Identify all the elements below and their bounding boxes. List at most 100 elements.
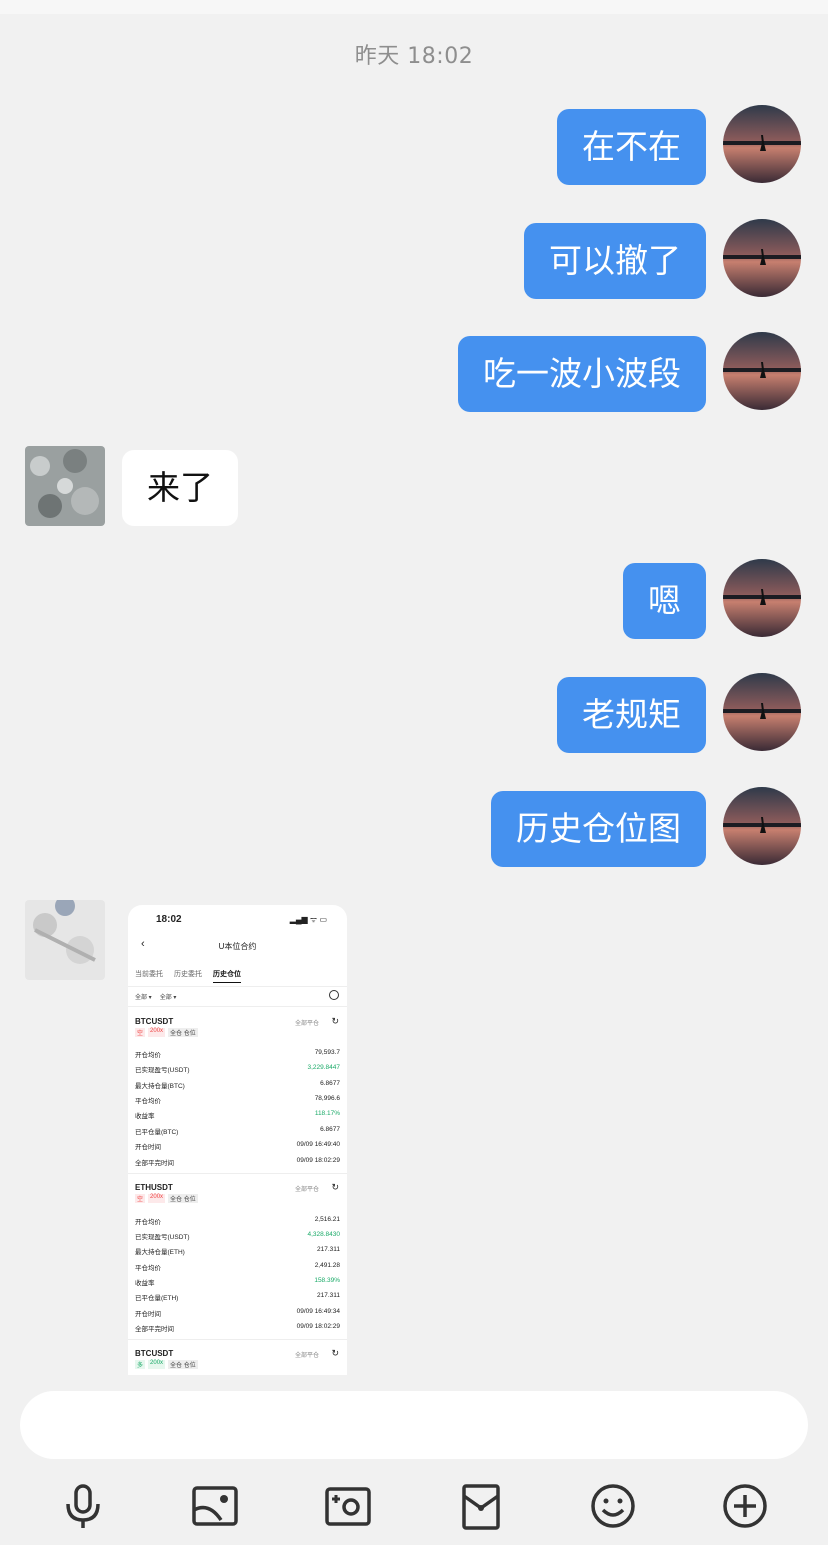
screenshot-status-time: 18:02: [156, 914, 182, 925]
my-avatar[interactable]: [723, 219, 801, 297]
plus-icon[interactable]: [719, 1480, 771, 1532]
divider: [128, 1339, 347, 1340]
kv-key: 平仓均价: [135, 1265, 161, 1272]
kv-value: 09/09 16:49:34: [296, 1308, 340, 1315]
message-bubble-incoming[interactable]: 来了: [122, 450, 238, 526]
contact-avatar[interactable]: [25, 446, 105, 526]
mode-tag: 全仓 仓位: [168, 1360, 198, 1369]
message-bubble-outgoing[interactable]: 可以撤了: [524, 223, 706, 299]
screenshot-title: U本位合约: [218, 942, 257, 951]
kv-row: 最大持仓量(ETH) 217.311: [135, 1246, 340, 1256]
message-input[interactable]: [20, 1391, 808, 1459]
kv-value: 118.17%: [314, 1110, 340, 1117]
my-avatar[interactable]: [723, 787, 801, 865]
kv-key: 开仓均价: [135, 1052, 161, 1059]
message-bubble-outgoing[interactable]: 在不在: [557, 109, 706, 185]
kv-row: 已实现盈亏(USDT) 4,328.8430: [135, 1231, 340, 1241]
kv-value: 217.311: [316, 1292, 340, 1299]
message-row: 可以撤了: [0, 219, 828, 299]
kv-value: 79,593.7: [314, 1049, 340, 1056]
side-tag: 多: [135, 1360, 146, 1369]
my-avatar[interactable]: [723, 332, 801, 410]
mode-tag: 全仓 仓位: [168, 1194, 198, 1203]
chat-timestamp: 昨天 18:02: [354, 44, 474, 69]
leverage-tag: 200x: [148, 1360, 166, 1369]
message-row: 嗯: [0, 559, 828, 639]
kv-row: 平仓均价 78,996.6: [135, 1095, 340, 1105]
kv-row: 已平仓量(ETH) 217.311: [135, 1292, 340, 1302]
kv-row: 开仓时间 09/09 16:49:34: [135, 1308, 340, 1318]
emoji-icon[interactable]: [587, 1480, 639, 1532]
kv-value: 6.8677: [320, 1126, 340, 1133]
kv-row: 开仓时间 09/09 16:49:40: [135, 1141, 340, 1151]
kv-row: 最大持仓量(BTC) 6.8677: [135, 1080, 340, 1090]
kv-value: 09/09 16:49:40: [296, 1141, 340, 1148]
filter-select: 全部 ▾: [135, 995, 152, 1001]
close-all-label: 全部平仓: [294, 1021, 319, 1027]
kv-row: 已平仓量(BTC) 6.8677: [135, 1126, 340, 1136]
leverage-tag: 200x: [148, 1028, 166, 1037]
clock-icon: [329, 990, 339, 1000]
kv-value: 158.39%: [314, 1277, 340, 1284]
screenshot-filters: 全部 ▾ 全部 ▾: [135, 992, 176, 1001]
kv-key: 收益率: [135, 1280, 155, 1287]
message-bubble-outgoing[interactable]: 老规矩: [557, 677, 706, 753]
mode-tag: 全仓 仓位: [168, 1028, 198, 1037]
screenshot-tabs: 当前委托 历史委托 历史仓位: [135, 969, 241, 983]
position-symbol: ETHUSDT: [135, 1183, 173, 1192]
red-packet-icon[interactable]: [455, 1480, 507, 1532]
kv-key: 全部平完时间: [135, 1160, 174, 1167]
kv-key: 已平仓量(ETH): [135, 1295, 179, 1302]
side-tag: 空: [135, 1194, 146, 1203]
position-symbol: BTCUSDT: [135, 1017, 174, 1026]
message-bubble-outgoing[interactable]: 嗯: [623, 563, 706, 639]
message-bubble-outgoing[interactable]: 历史仓位图: [491, 791, 706, 867]
kv-row: 收益率 158.39%: [135, 1277, 340, 1287]
position-symbol: BTCUSDT: [135, 1349, 174, 1358]
tab-current-orders: 当前委托: [135, 971, 163, 978]
kv-row: 平仓均价 2,491.28: [135, 1262, 340, 1272]
kv-row: 已实现盈亏(USDT) 3,229.8447: [135, 1064, 340, 1074]
my-avatar[interactable]: [723, 105, 801, 183]
kv-key: 开仓均价: [135, 1219, 161, 1226]
message-row: 来了: [0, 446, 828, 526]
shared-screenshot-image[interactable]: 18:02 ▂▄▆ ᯤ ▭ ‹ U本位合约 当前委托 历史委托 历史仓位 全部 …: [128, 905, 347, 1375]
side-tag: 空: [135, 1028, 146, 1037]
kv-key: 开仓时间: [135, 1144, 161, 1151]
kv-value: 2,491.28: [314, 1262, 340, 1269]
close-all-label: 全部平仓: [294, 1187, 319, 1193]
kv-key: 收益率: [135, 1113, 155, 1120]
message-row: 在不在: [0, 105, 828, 185]
kv-key: 已平仓量(BTC): [135, 1129, 179, 1136]
kv-value: 3,229.8447: [307, 1064, 340, 1071]
position-tags: 空 200x 全仓 仓位: [135, 1028, 198, 1037]
kv-value: 4,328.8430: [307, 1231, 340, 1238]
kv-row: 开仓均价 79,593.7: [135, 1049, 340, 1059]
kv-row: 全部平完时间 09/09 18:02:29: [135, 1157, 340, 1167]
kv-key: 全部平完时间: [135, 1326, 174, 1333]
divider: [128, 1173, 347, 1174]
microphone-icon[interactable]: [57, 1480, 109, 1532]
tab-order-history: 历史委托: [174, 971, 202, 978]
kv-key: 开仓时间: [135, 1311, 161, 1318]
screenshot-status-icons: ▂▄▆ ᯤ ▭: [289, 915, 327, 924]
tab-position-history: 历史仓位: [213, 969, 241, 983]
kv-row: 开仓均价 2,516.21: [135, 1216, 340, 1226]
share-icon: ↻: [331, 1348, 339, 1358]
kv-key: 最大持仓量(ETH): [135, 1249, 185, 1256]
message-bubble-outgoing[interactable]: 吃一波小波段: [458, 336, 706, 412]
camera-icon[interactable]: [322, 1480, 374, 1532]
kv-row: 收益率 118.17%: [135, 1110, 340, 1120]
share-icon: ↻: [331, 1016, 339, 1026]
position-tags: 空 200x 全仓 仓位: [135, 1194, 198, 1203]
image-icon[interactable]: [189, 1480, 241, 1532]
status-strip: [0, 0, 828, 14]
kv-value: 09/09 18:02:29: [296, 1157, 340, 1164]
contact-avatar[interactable]: [25, 900, 105, 980]
kv-key: 已实现盈亏(USDT): [135, 1234, 190, 1241]
kv-key: 平仓均价: [135, 1098, 161, 1105]
divider: [128, 1006, 347, 1007]
my-avatar[interactable]: [723, 559, 801, 637]
my-avatar[interactable]: [723, 673, 801, 751]
kv-key: 最大持仓量(BTC): [135, 1083, 185, 1090]
